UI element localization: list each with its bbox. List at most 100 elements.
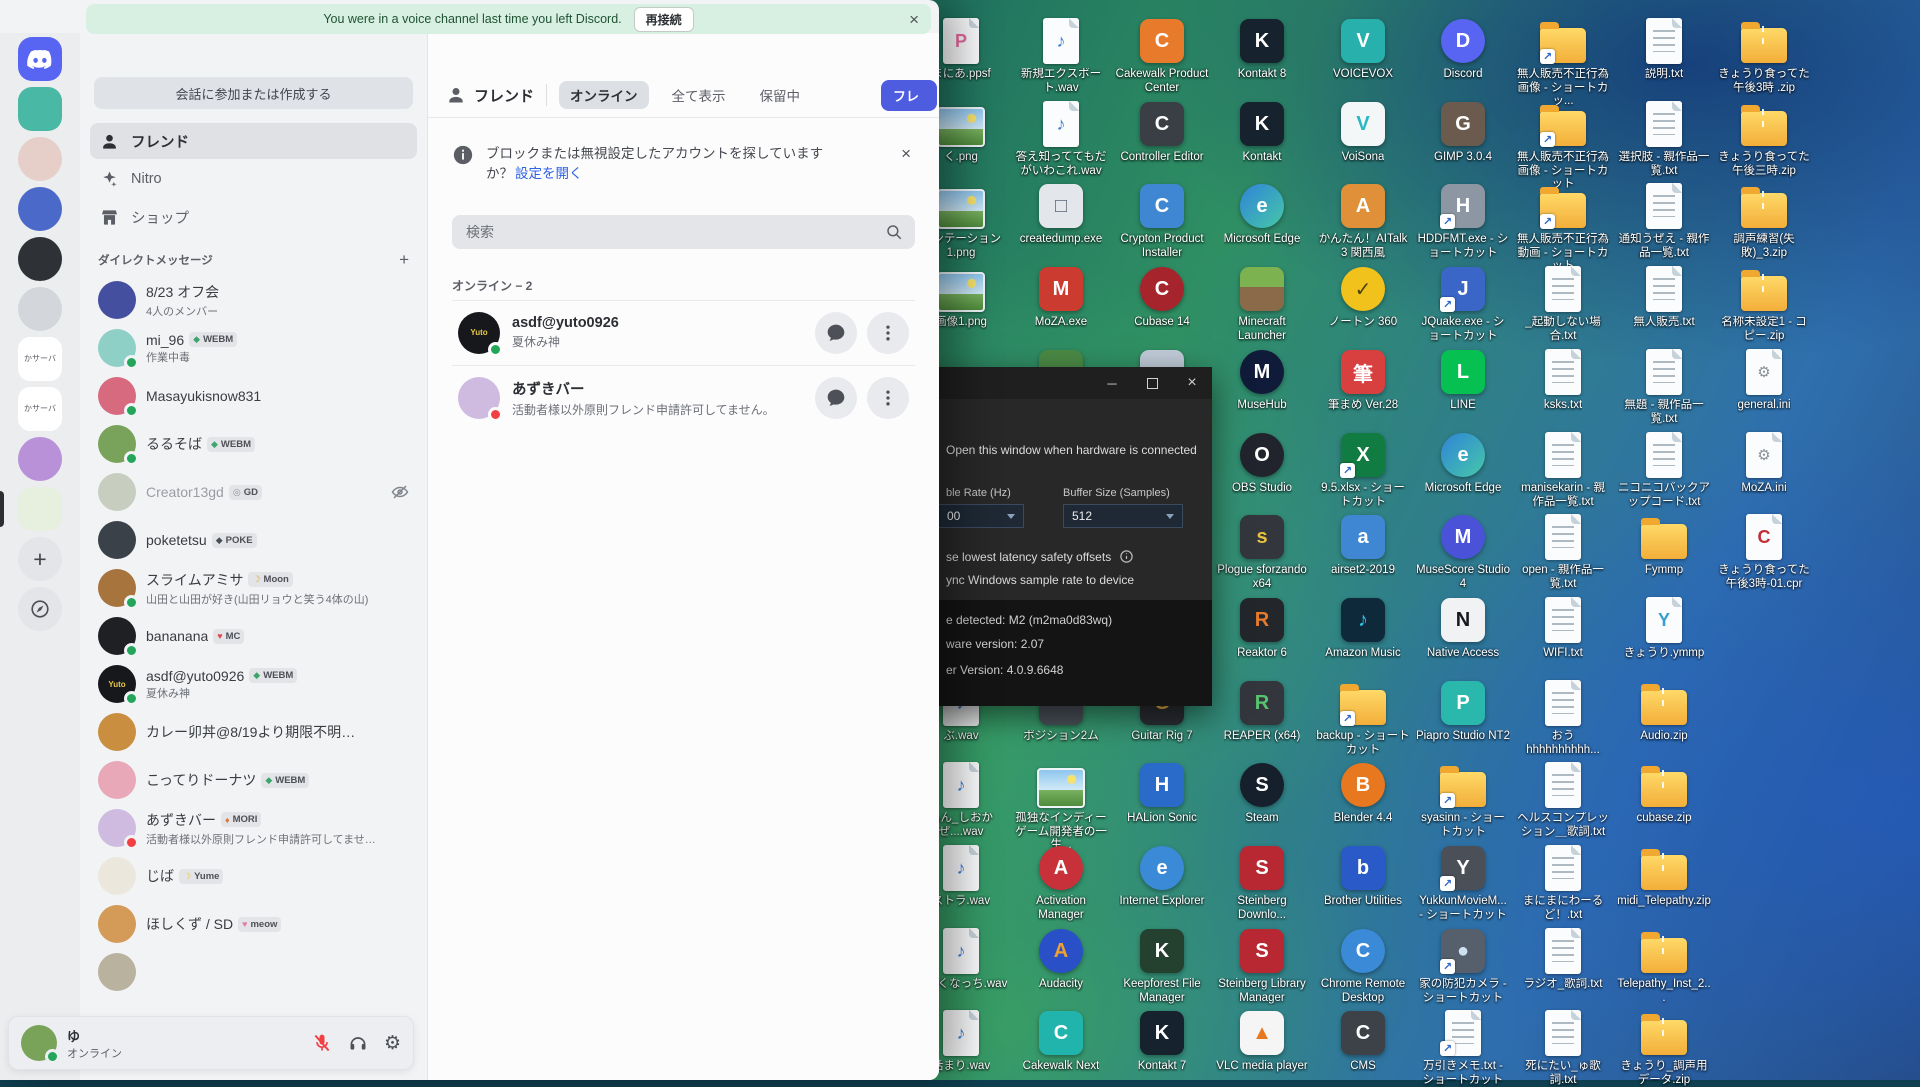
desktop-icon[interactable]: 名称未設定1 - コピー.zip (1716, 265, 1812, 343)
desktop-icon[interactable]: X↗9.5.xlsx - ショートカット (1315, 431, 1411, 509)
desktop-icon[interactable]: VVOICEVOX (1315, 17, 1411, 82)
sidebar-item-shop[interactable]: ショップ (90, 199, 417, 235)
server-icon-server-1[interactable] (0, 87, 80, 131)
tab-online[interactable]: オンライン (559, 81, 649, 109)
desktop-icon[interactable]: ↗無人販売不正行為画像 - ショートカッ... (1515, 17, 1611, 109)
desktop-icon[interactable]: OOBS Studio (1214, 431, 1310, 496)
desktop-icon[interactable]: ksks.txt (1515, 348, 1611, 413)
desktop-icon[interactable]: CCakewalk Product Center (1114, 17, 1210, 95)
desktop-icon[interactable]: RReaktor 6 (1214, 596, 1310, 661)
desktop-icon[interactable]: HHALion Sonic (1114, 761, 1210, 826)
desktop-icon[interactable]: NNative Access (1415, 596, 1511, 661)
notice-close-icon[interactable]: × (901, 144, 911, 164)
desktop-icon[interactable]: ↗無人販売不正行為画像 - ショートカット (1515, 100, 1611, 192)
desktop-icon[interactable]: J↗JQuake.exe - ショートカット (1415, 265, 1511, 343)
desktop-icon[interactable]: CCMS (1315, 1009, 1411, 1074)
message-button[interactable] (815, 377, 857, 419)
desktop-icon[interactable]: ↗無人販売不正行為動画 - ショートカット (1515, 182, 1611, 274)
mic-muted-icon[interactable] (312, 1033, 332, 1053)
message-button[interactable] (815, 312, 857, 354)
desktop-icon[interactable]: 無人販売.txt (1616, 265, 1712, 330)
server-icon-server-9[interactable] (0, 487, 80, 531)
desktop-icon[interactable]: ⚙MoZA.ini (1716, 431, 1812, 496)
desktop-icon[interactable]: 無題 - 親作品一覧.txt (1616, 348, 1712, 426)
desktop-icon[interactable]: ●↗家の防犯カメラ - ショートカット (1415, 927, 1511, 1005)
dm-list-item[interactable]: カレー卯丼@8/19より期限不明活動... (90, 708, 417, 756)
desktop-icon[interactable]: SSteinberg Library Manager (1214, 927, 1310, 1005)
desktop-icon[interactable]: CChrome Remote Desktop (1315, 927, 1411, 1005)
desktop-icon[interactable]: 筆筆まめ Ver.28 (1315, 348, 1411, 413)
desktop-icon[interactable]: sPlogue sforzando x64 (1214, 513, 1310, 591)
friend-row[interactable]: Yuto asdf@yuto0926 夏休み神 (452, 300, 915, 365)
desktop-icon[interactable]: 死にたい_ゅ歌詞.txt (1515, 1009, 1611, 1087)
desktop-icon[interactable]: H↗HDDFMT.exe - ショートカット (1415, 182, 1511, 260)
desktop-icon[interactable]: MMuseScore Studio 4 (1415, 513, 1511, 591)
desktop-icon[interactable]: RREAPER (x64) (1214, 679, 1310, 744)
desktop-icon[interactable]: Fymmp (1616, 513, 1712, 578)
desktop-icon[interactable]: cubase.zip (1616, 761, 1712, 826)
desktop-icon[interactable]: ⚙general.ini (1716, 348, 1812, 413)
low-latency-checkbox-label[interactable]: se lowest latency safety offsets (946, 550, 1111, 564)
desktop-icon[interactable]: MMoZA.exe (1013, 265, 1109, 330)
desktop-icon[interactable]: GGIMP 3.0.4 (1415, 100, 1511, 165)
desktop-icon[interactable]: 通知うぜえ - 親作品一覧.txt (1616, 182, 1712, 260)
desktop-icon[interactable]: ▲VLC media player (1214, 1009, 1310, 1074)
desktop-icon[interactable]: WIFI.txt (1515, 596, 1611, 661)
dm-list-item[interactable]: bananana♥MC (90, 612, 417, 660)
open-settings-link[interactable]: 設定を開く (515, 166, 583, 181)
dm-list-item[interactable]: Creator13gd◎GD (90, 468, 417, 516)
desktop-icon[interactable]: bBrother Utilities (1315, 844, 1411, 909)
desktop-icon[interactable]: Yきょうり.ymmp (1616, 596, 1712, 661)
server-icon-home[interactable] (0, 37, 80, 81)
desktop-icon[interactable]: Minecraft Launcher (1214, 265, 1310, 343)
desktop-icon[interactable]: KKontakt (1214, 100, 1310, 165)
banner-close-icon[interactable]: × (909, 11, 919, 28)
desktop-icon[interactable]: AAudacity (1013, 927, 1109, 992)
dm-list-item[interactable]: じば☽Yume (90, 852, 417, 900)
reconnect-button[interactable]: 再接続 (634, 7, 694, 32)
desktop-icon[interactable]: Aかんたん！AITalk 3 関西風 (1315, 182, 1411, 260)
desktop-icon[interactable]: eMicrosoft Edge (1214, 182, 1310, 247)
buffer-size-select[interactable]: 512 (1063, 504, 1183, 528)
server-icon-add-server[interactable]: + (0, 537, 80, 581)
headphones-icon[interactable] (348, 1033, 368, 1053)
dm-list-item[interactable]: Masayukisnow831 (90, 372, 417, 420)
desktop-icon[interactable]: manisekarin - 親作品一覧.txt (1515, 431, 1611, 509)
close-button[interactable]: × (1172, 367, 1212, 399)
create-dm-icon[interactable]: + (399, 251, 409, 268)
desktop-icon[interactable]: 説明.txt (1616, 17, 1712, 82)
desktop-icon[interactable]: ↗backup - ショートカット (1315, 679, 1411, 757)
server-icon-explore[interactable] (0, 587, 80, 631)
dm-list-item[interactable]: 8/23 オフ会4人のメンバー (90, 276, 417, 324)
dm-list-item[interactable]: るるそば◆WEBM (90, 420, 417, 468)
desktop-icon[interactable]: MMuseHub (1214, 348, 1310, 413)
sync-sample-rate-checkbox-label[interactable]: ync Windows sample rate to device (946, 573, 1134, 587)
server-icon-server-8[interactable] (0, 437, 80, 481)
friend-row[interactable]: あずきバー 活動者様以外原則フレンド申請許可してません。 (452, 365, 915, 430)
more-options-button[interactable] (867, 312, 909, 354)
dm-list-item[interactable]: スライムアミサ☽Moon山田と山田が好き(山田リョウと笑う4体の山) (90, 564, 417, 612)
desktop-icon[interactable]: きょうり食ってた午後三時.zip (1716, 100, 1812, 178)
desktop-icon[interactable]: ♪Amazon Music (1315, 596, 1411, 661)
search-input[interactable] (464, 223, 885, 241)
desktop-icon[interactable]: AActivation Manager (1013, 844, 1109, 922)
desktop-icon[interactable]: 孤独なインディーゲーム開発者の一生... (1013, 761, 1109, 853)
desktop-icon[interactable]: Telepathy_Inst_2... (1616, 927, 1712, 1005)
sidebar-item-friends[interactable]: フレンド (90, 123, 417, 159)
server-icon-server-5[interactable] (0, 287, 80, 331)
desktop-icon[interactable]: きょうり食ってた午後3時 .zip (1716, 17, 1812, 95)
desktop-icon[interactable]: eInternet Explorer (1114, 844, 1210, 909)
desktop-icon[interactable]: 選択肢 - 親作品一覧.txt (1616, 100, 1712, 178)
desktop-icon[interactable]: CCrypton Product Installer (1114, 182, 1210, 260)
desktop-icon[interactable]: DDiscord (1415, 17, 1511, 82)
desktop-icon[interactable]: VVoiSona (1315, 100, 1411, 165)
desktop-icon[interactable]: ↗万引きメモ.txt - ショートカット (1415, 1009, 1511, 1087)
desktop-icon[interactable]: PPiapro Studio NT2 (1415, 679, 1511, 744)
desktop-icon[interactable]: Audio.zip (1616, 679, 1712, 744)
desktop-icon[interactable]: _起動しない場合.txt (1515, 265, 1611, 343)
desktop-icon[interactable]: aairset2-2019 (1315, 513, 1411, 578)
dm-list-item[interactable]: あずきバー♦MORI活動者様以外原則フレンド申請許可してません。 (90, 804, 417, 852)
desktop-icon[interactable]: ♪新規エクスポート.wav (1013, 17, 1109, 95)
server-icon-server-3[interactable] (0, 187, 80, 231)
minimize-button[interactable]: ─ (1092, 367, 1132, 399)
